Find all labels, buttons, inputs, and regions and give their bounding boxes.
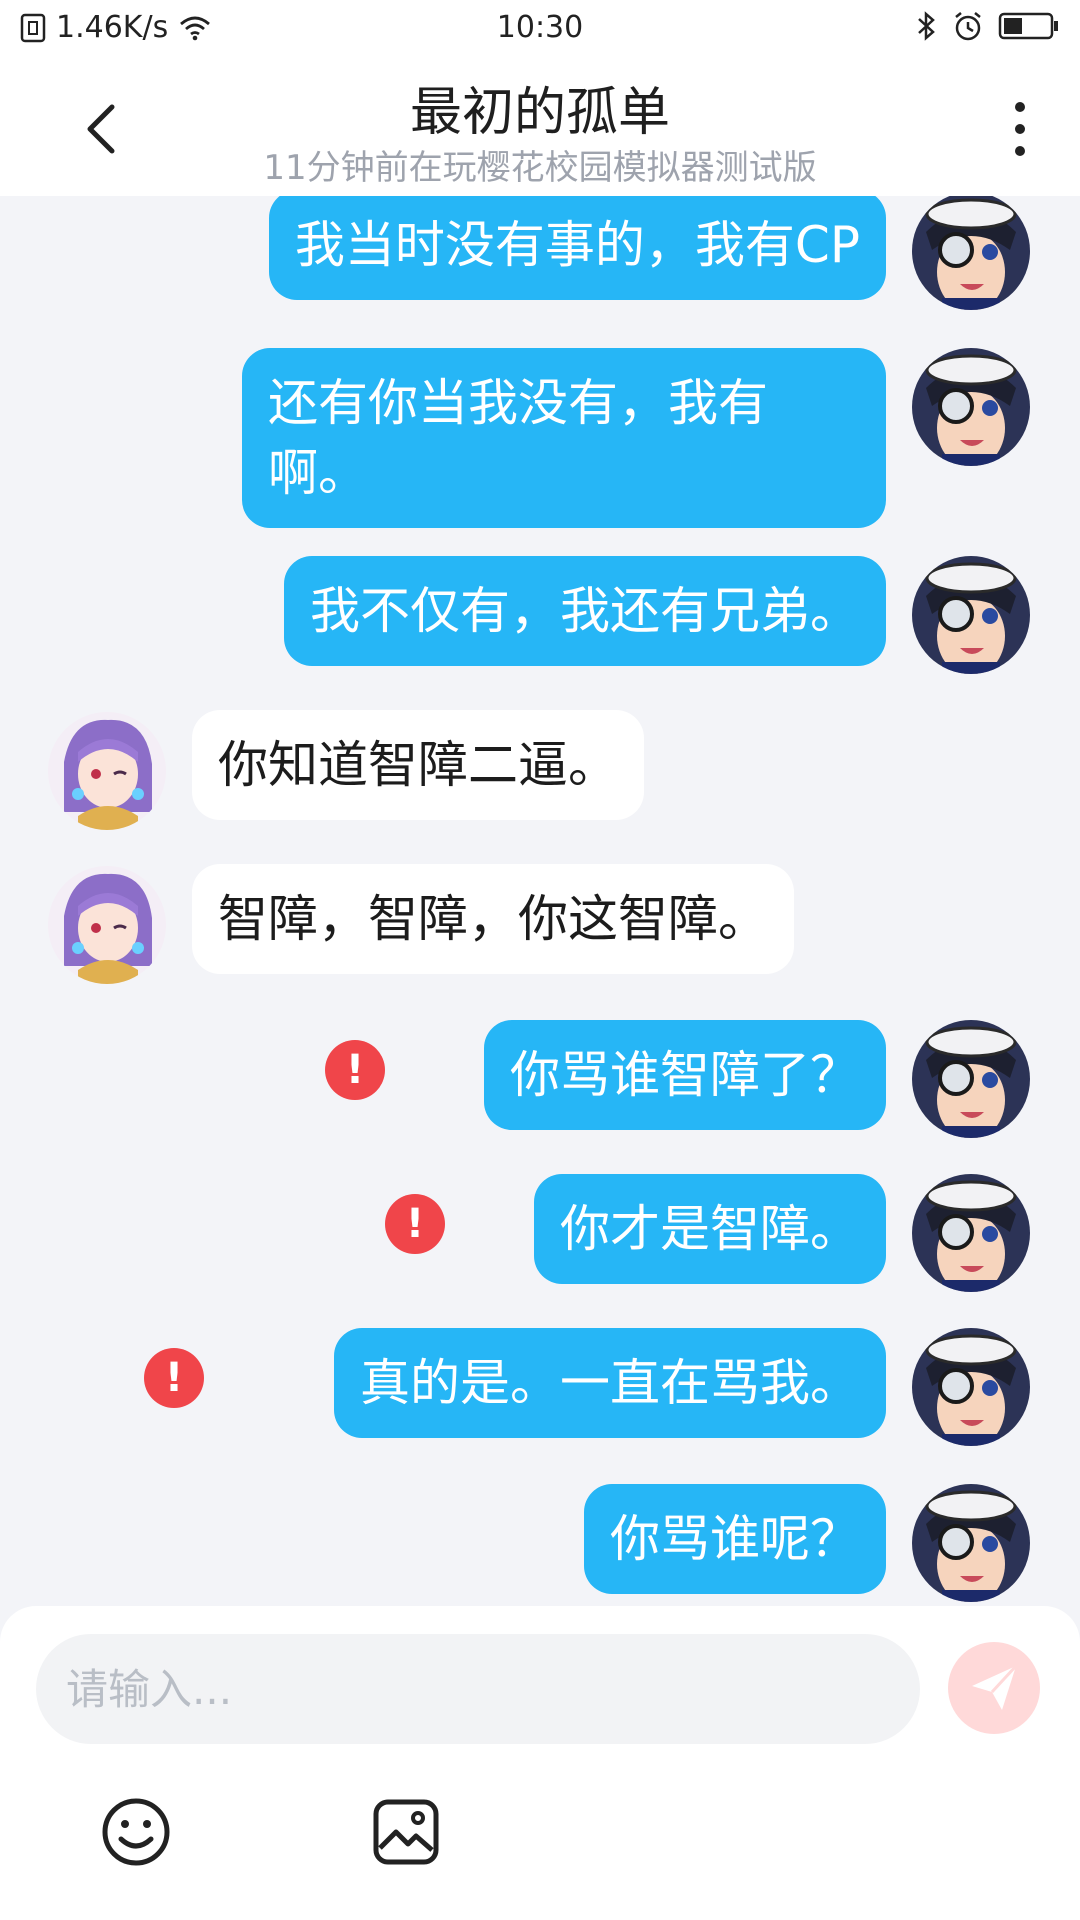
status-left: 1.46K/s: [20, 10, 212, 45]
chat-subtitle: 11分钟前在玩樱花校园模拟器测试版: [263, 148, 817, 188]
image-icon: [373, 1799, 439, 1865]
status-right: [916, 10, 1060, 42]
exclamation-icon: !: [164, 1355, 184, 1401]
send-failed-icon[interactable]: !: [385, 1194, 445, 1254]
status-bar: 1.46K/s 10:30: [0, 0, 1080, 58]
avatar-image: [48, 712, 166, 830]
send-icon: [972, 1664, 1018, 1710]
send-button[interactable]: [948, 1642, 1040, 1734]
send-failed-icon[interactable]: !: [325, 1040, 385, 1100]
avatar-image: [912, 1484, 1030, 1602]
avatar-me[interactable]: [912, 1174, 1030, 1292]
avatar-image: [912, 1328, 1030, 1446]
battery-icon: [998, 12, 1058, 40]
send-failed-icon[interactable]: !: [144, 1348, 204, 1408]
avatar-me[interactable]: [912, 1484, 1030, 1602]
message-bubble-outgoing[interactable]: 真的是。一直在骂我。: [334, 1328, 886, 1438]
composer: [0, 1606, 1080, 1920]
message-bubble-outgoing[interactable]: 还有你当我没有，我有啊。: [242, 348, 886, 528]
message-bubble-incoming[interactable]: 你知道智障二逼。: [192, 710, 644, 820]
sim-icon: [20, 13, 46, 42]
chat-header: 最初的孤单 11分钟前在玩樱花校园模拟器测试版: [0, 58, 1080, 196]
image-button[interactable]: [366, 1792, 446, 1872]
message-bubble-outgoing[interactable]: 你骂谁呢？: [584, 1484, 886, 1594]
avatar-contact[interactable]: [48, 712, 166, 830]
status-time: 10:30: [496, 10, 584, 45]
message-bubble-incoming[interactable]: 智障，智障，你这智障。: [192, 864, 794, 974]
alarm-icon: [955, 12, 981, 41]
avatar-me[interactable]: [912, 1328, 1030, 1446]
avatar-me[interactable]: [912, 348, 1030, 466]
avatar-image: [912, 196, 1030, 310]
network-speed: 1.46K/s: [56, 10, 169, 45]
avatar-image: [912, 556, 1030, 674]
avatar-image: [912, 348, 1030, 466]
emoji-icon: [102, 1798, 170, 1866]
message-bubble-outgoing[interactable]: 我当时没有事的，我有CP: [268, 196, 886, 300]
avatar-me[interactable]: [912, 556, 1030, 674]
avatar-me[interactable]: [912, 1020, 1030, 1138]
more-vertical-icon: [1015, 102, 1025, 156]
avatar-image: [912, 1020, 1030, 1138]
message-bubble-outgoing[interactable]: 你骂谁智障了？: [484, 1020, 886, 1130]
chat-title: 最初的孤单: [409, 83, 670, 143]
message-list[interactable]: 我当时没有事的，我有CP 还有你当我没有，我有啊。 我不仅有，我还有兄弟。 你知…: [0, 196, 1080, 1606]
more-button[interactable]: [1000, 94, 1040, 164]
message-bubble-outgoing[interactable]: 你才是智障。: [534, 1174, 886, 1284]
avatar-contact[interactable]: [48, 866, 166, 984]
avatar-me[interactable]: [912, 196, 1030, 310]
bluetooth-icon: [918, 11, 935, 41]
avatar-image: [48, 866, 166, 984]
avatar-image: [912, 1174, 1030, 1292]
exclamation-icon: !: [405, 1201, 425, 1247]
message-bubble-outgoing[interactable]: 我不仅有，我还有兄弟。: [284, 556, 886, 666]
wifi-icon: [180, 16, 211, 40]
emoji-button[interactable]: [96, 1792, 176, 1872]
message-input[interactable]: [36, 1634, 920, 1744]
exclamation-icon: !: [345, 1047, 365, 1093]
